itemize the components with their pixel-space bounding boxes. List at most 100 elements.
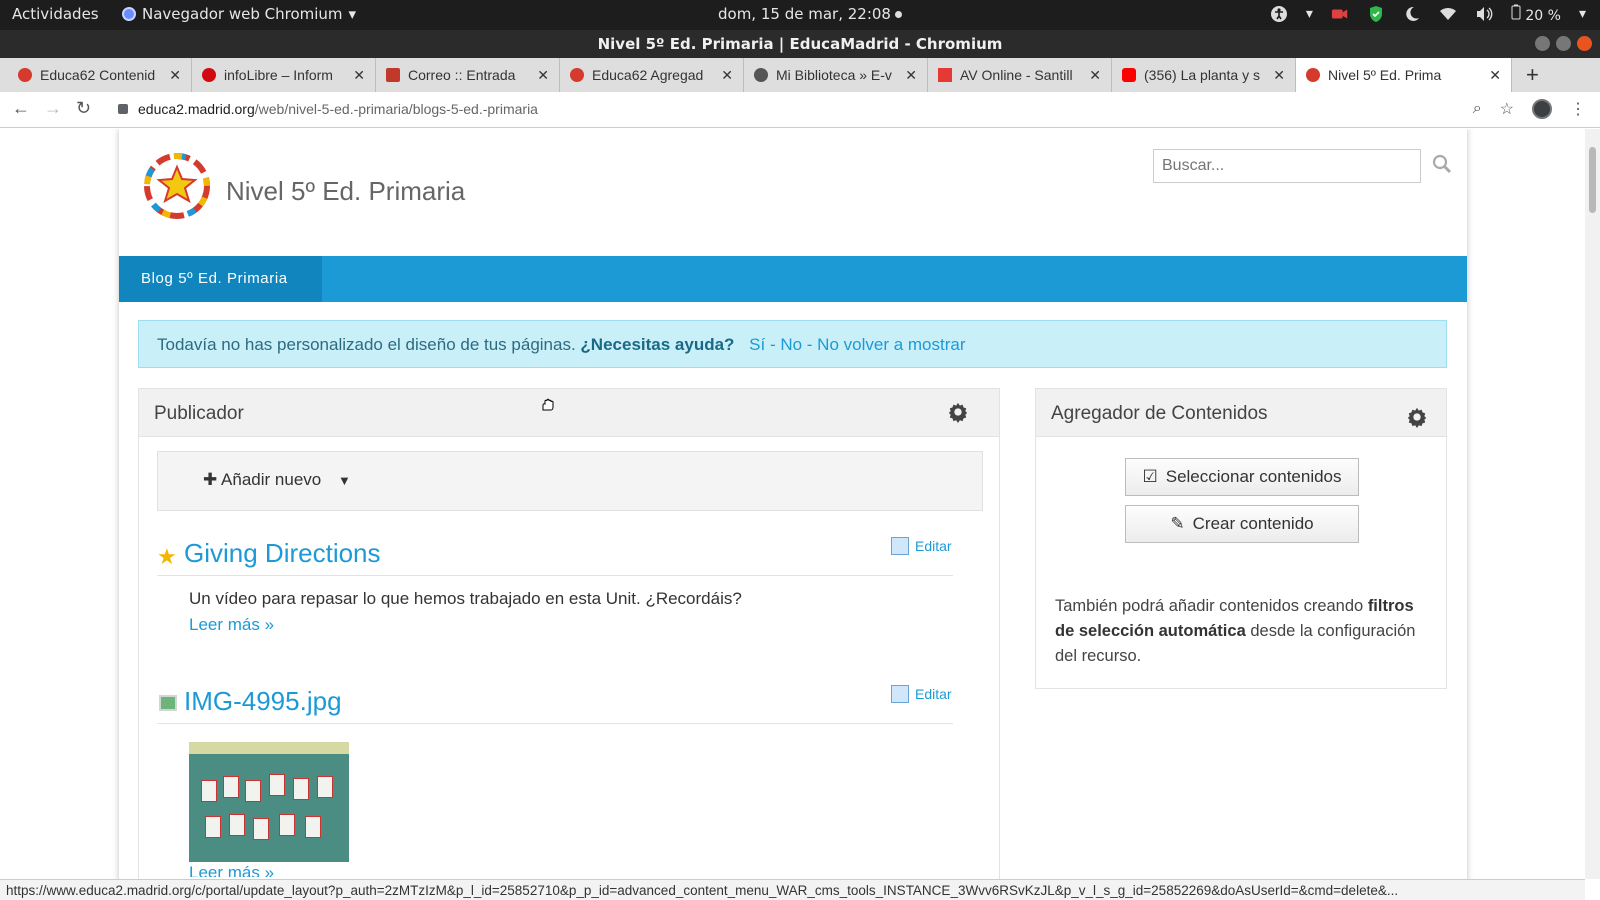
browser-tab-active[interactable]: Nivel 5º Ed. Prima ✕ xyxy=(1296,58,1512,92)
reload-icon[interactable]: ↻ xyxy=(76,98,91,119)
browser-tab[interactable]: infoLibre – Inform ✕ xyxy=(192,58,376,92)
maximize-button[interactable] xyxy=(1556,36,1571,51)
divider xyxy=(157,575,953,576)
accessibility-icon[interactable] xyxy=(1270,5,1288,23)
tab-label: Correo :: Entrada xyxy=(408,67,516,83)
wifi-icon[interactable] xyxy=(1439,5,1457,23)
chevron-down-icon: ▾ xyxy=(1305,6,1313,22)
edit-icon xyxy=(891,537,909,555)
back-arrow-icon[interactable]: ← xyxy=(12,98,30,119)
publisher-portlet: Publicador ✚ Añadir nuevo ▼ ★ Giving Dir… xyxy=(138,388,1000,879)
close-tab-icon[interactable]: ✕ xyxy=(353,67,365,84)
select-content-button[interactable]: ☑ Seleccionar contenidos xyxy=(1125,458,1359,496)
entry-summary: Un vídeo para repasar lo que hemos traba… xyxy=(189,589,742,608)
shield-icon[interactable] xyxy=(1367,5,1385,23)
search-input[interactable] xyxy=(1153,149,1421,183)
clock[interactable]: dom, 15 de mar, 22:08 xyxy=(718,5,902,23)
educamadrid-favicon-icon xyxy=(570,68,584,82)
tab-label: infoLibre – Inform xyxy=(224,67,333,83)
checkbox-icon: ☑ xyxy=(1142,467,1158,486)
volume-icon[interactable] xyxy=(1475,5,1493,23)
info-text-prefix: También podrá añadir contenidos creando xyxy=(1055,597,1364,615)
read-more-link[interactable]: Leer más » xyxy=(189,863,274,877)
close-tab-icon[interactable]: ✕ xyxy=(721,67,733,84)
minimize-button[interactable] xyxy=(1535,36,1550,51)
alert-text: Todavía no has personalizado el diseño d… xyxy=(157,335,576,354)
globe-favicon-icon xyxy=(754,68,768,82)
edit-link[interactable]: Editar xyxy=(891,537,952,555)
address-bar: ← → ↻ educa2.madrid.org/web/nivel-5-ed.-… xyxy=(0,92,1600,128)
vertical-scrollbar[interactable] xyxy=(1585,129,1600,879)
url-path: /web/nivel-5-ed.-primaria/blogs-5-ed.-pr… xyxy=(254,101,538,117)
search-icon[interactable] xyxy=(1431,153,1453,175)
edit-label: Editar xyxy=(915,686,952,702)
mail-favicon-icon xyxy=(386,68,400,82)
gear-icon[interactable] xyxy=(947,401,969,423)
browser-tab[interactable]: AV Online - Santill ✕ xyxy=(928,58,1112,92)
nav-item-blog[interactable]: Blog 5º Ed. Primaria xyxy=(119,256,322,302)
chevron-down-icon: ▾ xyxy=(348,5,357,23)
browser-tab[interactable]: (356) La planta y s ✕ xyxy=(1112,58,1296,92)
forward-arrow-icon[interactable]: → xyxy=(44,98,62,119)
publisher-header: Publicador xyxy=(139,389,999,437)
read-more-link[interactable]: Leer más » xyxy=(189,615,274,635)
entry-image-thumbnail[interactable] xyxy=(189,742,349,862)
close-window-button[interactable] xyxy=(1577,36,1592,51)
screen-record-icon[interactable] xyxy=(1331,5,1349,23)
main-navigation: Blog 5º Ed. Primaria xyxy=(119,256,1467,302)
close-tab-icon[interactable]: ✕ xyxy=(905,67,917,84)
page-viewport: Nivel 5º Ed. Primaria Blog 5º Ed. Primar… xyxy=(0,129,1585,879)
tab-label: Nivel 5º Ed. Prima xyxy=(1328,67,1442,83)
window-title: Nivel 5º Ed. Primaria | EducaMadrid - Ch… xyxy=(0,30,1600,58)
scrollbar-thumb[interactable] xyxy=(1589,147,1596,213)
plus-icon: ✚ xyxy=(203,470,218,489)
tab-label: (356) La planta y s xyxy=(1144,67,1260,83)
edit-label: Editar xyxy=(915,538,952,554)
edit-link[interactable]: Editar xyxy=(891,685,952,703)
button-label: Seleccionar contenidos xyxy=(1165,467,1342,486)
entry-title[interactable]: Giving Directions xyxy=(184,538,381,569)
add-new-button[interactable]: ✚ Añadir nuevo ▼ xyxy=(203,470,351,490)
youtube-favicon-icon xyxy=(1122,68,1136,82)
browser-tab[interactable]: Educa62 Contenid ✕ xyxy=(8,58,192,92)
zoom-icon[interactable]: ⌕ xyxy=(1473,100,1482,118)
button-label: Crear contenido xyxy=(1192,514,1314,533)
system-tray[interactable]: ▾ 20 % ▾ xyxy=(1270,4,1586,24)
create-content-button[interactable]: ✎ Crear contenido xyxy=(1125,505,1359,543)
caret-down-icon: ▼ xyxy=(337,473,351,488)
add-new-label: Añadir nuevo xyxy=(221,470,322,489)
window-controls xyxy=(1535,36,1592,51)
edit-icon xyxy=(891,685,909,703)
close-tab-icon[interactable]: ✕ xyxy=(1489,67,1501,84)
site-logo-icon[interactable] xyxy=(142,153,212,219)
browser-tab[interactable]: Correo :: Entrada ✕ xyxy=(376,58,560,92)
battery-icon xyxy=(1511,4,1521,20)
browser-tab[interactable]: Mi Biblioteca » E-v ✕ xyxy=(744,58,928,92)
night-light-icon[interactable] xyxy=(1403,5,1421,23)
browser-tab[interactable]: Educa62 Agregad ✕ xyxy=(560,58,744,92)
page-container: Nivel 5º Ed. Primaria Blog 5º Ed. Primar… xyxy=(119,129,1467,879)
url-field[interactable]: educa2.madrid.org/web/nivel-5-ed.-primar… xyxy=(118,101,538,117)
battery-indicator[interactable]: 20 % xyxy=(1511,4,1561,24)
chromium-icon xyxy=(122,7,136,21)
activities-button[interactable]: Actividades xyxy=(12,5,99,23)
aggregator-info-text: También podrá añadir contenidos creando … xyxy=(1055,594,1425,669)
close-tab-icon[interactable]: ✕ xyxy=(537,67,549,84)
menu-kebab-icon[interactable]: ⋮ xyxy=(1570,99,1586,119)
bookmark-star-icon[interactable]: ☆ xyxy=(1500,99,1514,119)
tab-label: AV Online - Santill xyxy=(960,67,1073,83)
alert-options-links[interactable]: Sí - No - No volver a mostrar xyxy=(749,335,965,354)
site-title[interactable]: Nivel 5º Ed. Primaria xyxy=(226,176,465,207)
portlet-title: Agregador de Contenidos xyxy=(1051,403,1268,424)
gear-icon[interactable] xyxy=(1406,406,1428,428)
aggregator-header: Agregador de Contenidos xyxy=(1036,389,1446,437)
close-tab-icon[interactable]: ✕ xyxy=(169,67,181,84)
new-tab-button[interactable]: + xyxy=(1526,62,1539,88)
divider xyxy=(157,723,953,724)
close-tab-icon[interactable]: ✕ xyxy=(1089,67,1101,84)
entry-title[interactable]: IMG-4995.jpg xyxy=(184,686,342,717)
profile-avatar[interactable] xyxy=(1532,99,1552,119)
app-menu[interactable]: Navegador web Chromium ▾ xyxy=(122,5,356,23)
system-top-bar: Actividades Navegador web Chromium ▾ dom… xyxy=(0,0,1600,30)
close-tab-icon[interactable]: ✕ xyxy=(1273,67,1285,84)
